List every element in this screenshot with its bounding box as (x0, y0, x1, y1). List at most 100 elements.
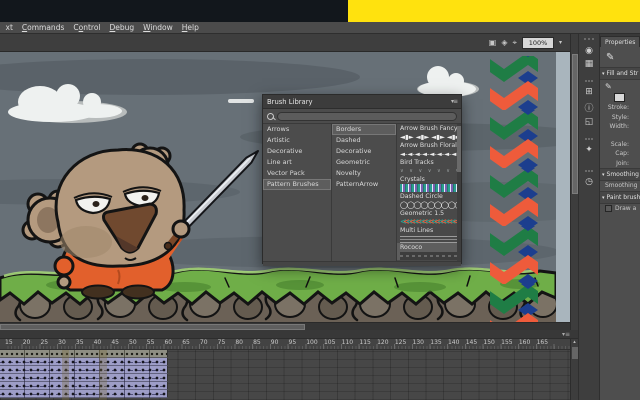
menu-item[interactable]: Window (139, 23, 178, 32)
brush-subcategory-item[interactable]: Borders (332, 124, 396, 135)
brush-item[interactable]: Geometric 1.5 <<<<<<<<<<<< (397, 209, 461, 226)
frame-number: 110 (342, 339, 360, 349)
brush-subcategory-item[interactable]: Dashed (332, 135, 396, 146)
brush-item[interactable]: Bird Tracks ∨ ∨ ∨ ∨ ∨ ∨ ∨ ∨ (397, 158, 461, 175)
brush-library-panel: Brush Library ▾≡ Arrows Artistic Decorat… (262, 94, 462, 264)
stroke-color-swatch[interactable] (614, 93, 625, 102)
frame-number: 115 (359, 339, 377, 349)
brush-category-item[interactable]: Vector Pack (263, 168, 331, 179)
disclosure-triangle-icon: ▾ (602, 172, 605, 178)
frame-tint-column (99, 350, 107, 400)
motion-presets-panel-icon[interactable]: ✦ (585, 138, 593, 161)
history-panel-icon[interactable]: ◷ (585, 170, 593, 193)
brush-category-item[interactable]: Arrows (263, 124, 331, 135)
timeline-frames-grid[interactable] (0, 350, 570, 400)
timeline-frame-ruler[interactable]: 1520253035404550556065707580859095100105… (0, 339, 570, 350)
brush-subcategory-item[interactable]: PatternArrow (332, 179, 396, 190)
brush-subcategory-item[interactable]: Decorative (332, 146, 396, 157)
pattern-brush-stroke[interactable] (490, 56, 538, 322)
edit-scene-icon[interactable]: ▣ (489, 39, 497, 47)
timeline-vertical-scrollbar[interactable]: ▴ (570, 339, 578, 400)
yellow-overlay-bar (348, 0, 640, 22)
transform-panel-icon[interactable]: ◱ (585, 116, 594, 129)
disclosure-triangle-icon: ▾ (602, 71, 605, 77)
brush-item[interactable]: Rococo (397, 243, 461, 260)
brush-preview-strip: ◯◯◯◯◯◯◯◯◯◯ (400, 201, 458, 209)
timeline-layer-row[interactable] (0, 358, 168, 366)
brush-preview-strip (400, 184, 458, 192)
stroke-property-labels: Stroke:Style:Width:Scale:Cap:Join: (600, 103, 640, 168)
panel-tab[interactable]: Properties (600, 36, 640, 47)
draw-as-fill-checkbox[interactable] (605, 205, 612, 212)
stage-horizontal-scrollbar[interactable] (0, 322, 570, 330)
timeline-layer-row[interactable] (0, 374, 168, 382)
stage-vertical-scrollbar[interactable] (570, 34, 578, 330)
brush-search-row (263, 109, 461, 123)
frame-number: 45 (111, 339, 129, 349)
smoothing-label: Smoothing (600, 181, 640, 191)
brush-subcategory-item[interactable]: Geometric (332, 157, 396, 168)
frame-number: 15 (5, 339, 23, 349)
paint-brush-section-header[interactable]: ▾ Paint brush (600, 191, 640, 204)
frame-number: 155 (501, 339, 519, 349)
frame-number: 40 (94, 339, 112, 349)
menu-item[interactable]: Help (177, 23, 203, 32)
disclosure-triangle-icon: ▾ (602, 195, 605, 201)
brush-category-item[interactable]: Decorative (263, 146, 331, 157)
frame-number: 145 (466, 339, 484, 349)
frame-number: 35 (76, 339, 94, 349)
brush-category-item[interactable]: Artistic (263, 135, 331, 146)
menu-item[interactable]: xt (1, 23, 17, 32)
properties-tabs: Properties Li (600, 34, 640, 47)
brush-list-scrollbar[interactable] (457, 124, 461, 261)
info-panel-icon[interactable]: ⓘ (584, 103, 593, 116)
brush-preview-strip (400, 235, 458, 243)
scroll-up-arrow-icon[interactable]: ▴ (571, 339, 578, 346)
timeline-layer-row[interactable] (0, 382, 168, 390)
zoom-dropdown-arrow-icon[interactable]: ▾ (559, 39, 562, 46)
brush-search-input[interactable] (277, 112, 457, 121)
brush-category-item[interactable]: Line art (263, 157, 331, 168)
brush-item[interactable]: Arrow Brush Fancy 2 ◄▮► ◄▮► ◄▮► ◄▮► (397, 124, 461, 141)
brush-item[interactable]: Samoan ∧∧∧∧∧∧∧ (397, 260, 461, 261)
smoothing-section-header[interactable]: ▾ Smoothing (600, 168, 640, 181)
menu-item[interactable]: Commands (17, 23, 68, 32)
property-label: Stroke: (600, 103, 640, 113)
stroke-swatch-row (600, 92, 640, 103)
draw-as-fill-row[interactable]: Draw a (600, 204, 640, 214)
zoom-level-select[interactable]: 100% (522, 37, 554, 49)
panel-resize-bar[interactable] (263, 261, 461, 266)
color-panel-icon[interactable]: ◉ (585, 45, 593, 58)
brush-item[interactable]: Multi Lines (397, 226, 461, 243)
brush-list-scrollbar-thumb[interactable] (457, 126, 461, 172)
brush-library-titlebar[interactable]: Brush Library ▾≡ (263, 95, 461, 109)
swatches-panel-icon[interactable]: ▦ (585, 58, 594, 71)
brush-subcategory-item[interactable]: Novelty (332, 168, 396, 179)
brush-preview-list: Arrow Brush Fancy 2 ◄▮► ◄▮► ◄▮► ◄▮► Arro… (397, 124, 461, 261)
brush-category-item[interactable]: Pattern Brushes (263, 179, 331, 190)
menu-item[interactable]: Debug (105, 23, 139, 32)
align-panel-icon[interactable]: ⊞ (585, 80, 593, 103)
timeline-menu-icon[interactable]: ▾≡ (562, 331, 570, 338)
search-icon (267, 113, 274, 120)
panel-menu-icon[interactable]: ▾≡ (451, 98, 457, 105)
brush-item[interactable]: Dashed Circle ◯◯◯◯◯◯◯◯◯◯ (397, 192, 461, 209)
brush-item[interactable]: Arrow Brush Floral ◄-◄-◄-◄-◄-◄-◄-◄ (397, 141, 461, 158)
timeline-layer-row[interactable] (0, 366, 168, 374)
frame-number: 90 (271, 339, 289, 349)
timeline-layer-row[interactable] (0, 350, 168, 358)
edit-symbol-icon[interactable]: ◈ (501, 39, 507, 47)
menu-item[interactable]: Control (69, 23, 105, 32)
brush-preview-strip: <<<<<<<<<<<< (400, 218, 458, 226)
properties-panel: Properties Li ✎ ▾ Fill and Str ✎ Stroke:… (600, 34, 640, 400)
brush-item[interactable]: Crystals (397, 175, 461, 192)
dock-grip[interactable] (584, 38, 594, 40)
timeline-layer-row[interactable] (0, 390, 168, 398)
center-frame-icon[interactable]: ⌖ (512, 39, 517, 47)
pencil-icon[interactable]: ✎ (605, 82, 612, 91)
frame-tint-column (62, 350, 69, 400)
koala-left-foot (82, 286, 114, 299)
fill-stroke-section-header[interactable]: ▾ Fill and Str (600, 67, 640, 80)
frame-number: 60 (164, 339, 182, 349)
paint-brush-tool-icon: ✎ (606, 52, 614, 63)
